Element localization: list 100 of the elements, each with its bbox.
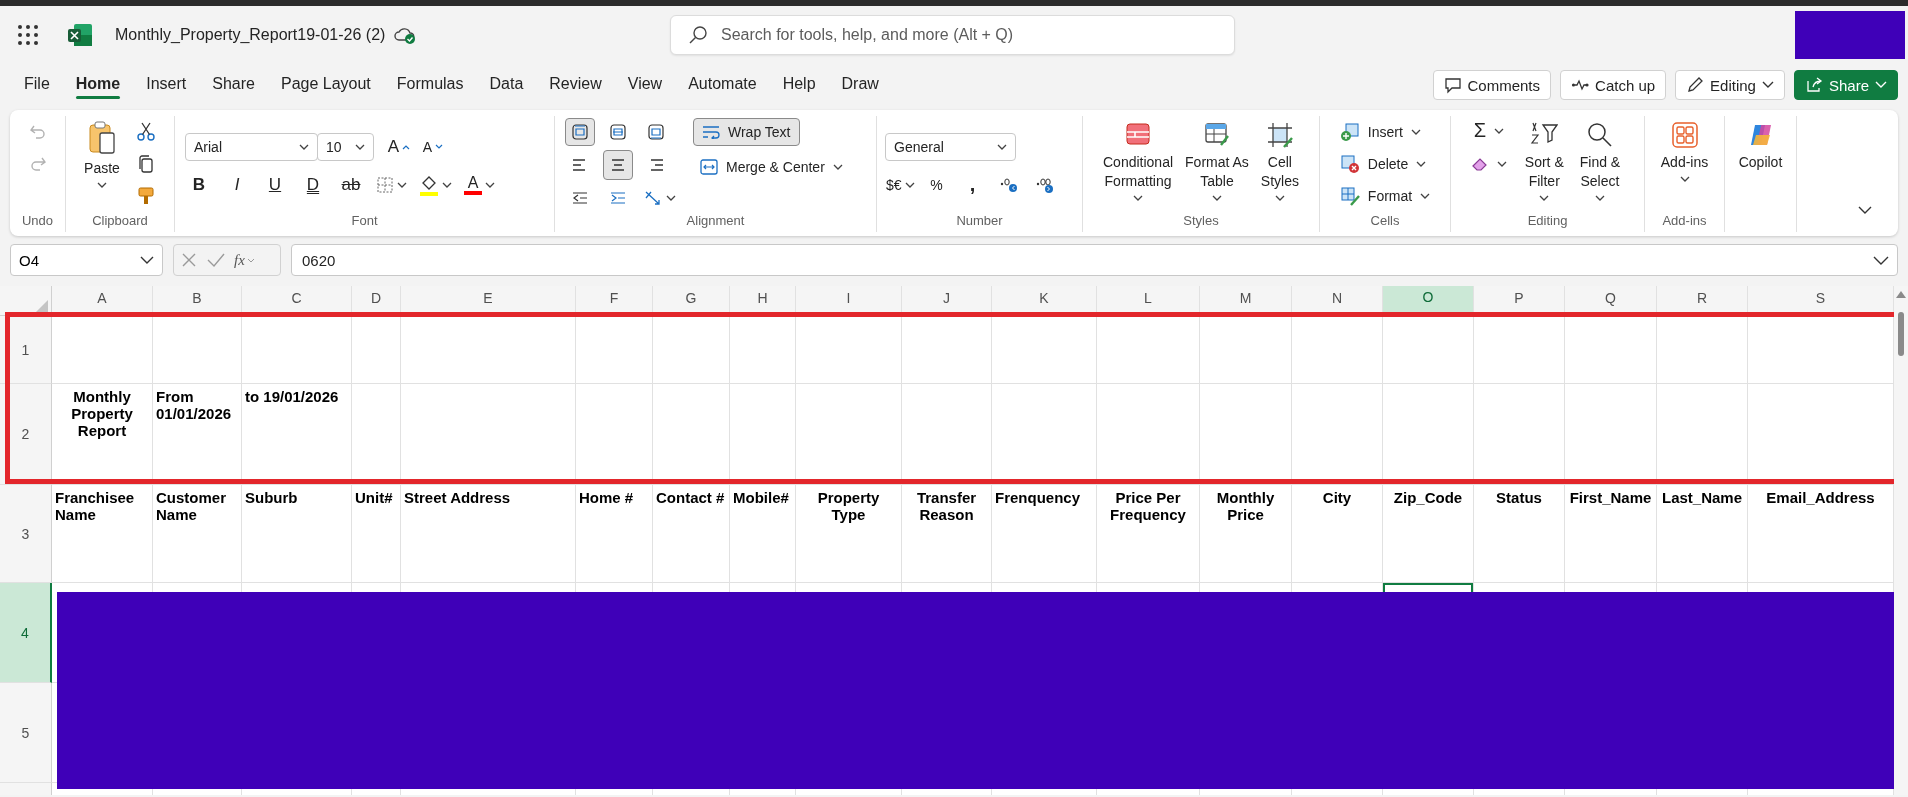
table-cell-text: Street Address: [403, 488, 512, 506]
table-cell[interactable]: [1474, 316, 1565, 384]
table-cell[interactable]: [242, 316, 352, 384]
menu-tab[interactable]: Page Layout: [267, 69, 384, 101]
table-cell[interactable]: [1097, 384, 1200, 485]
table-cell[interactable]: [1097, 316, 1200, 384]
strikethrough-button[interactable]: ab: [337, 169, 365, 200]
formula-field[interactable]: 0620: [291, 244, 1898, 276]
decrease-font-size-button[interactable]: A: [418, 131, 448, 162]
underline-button[interactable]: U: [261, 169, 289, 200]
table-cell[interactable]: [902, 384, 992, 485]
menu-tab[interactable]: Home: [62, 69, 134, 101]
table-cell[interactable]: [1292, 316, 1383, 384]
menu-tab[interactable]: File: [11, 69, 63, 101]
table-cell[interactable]: [1292, 384, 1383, 485]
align-top-button[interactable]: [565, 118, 595, 146]
table-cell[interactable]: [992, 316, 1097, 384]
borders-button[interactable]: [375, 174, 408, 195]
table-cell[interactable]: [730, 384, 796, 485]
delete-cells-button[interactable]: Delete: [1334, 150, 1432, 177]
table-cell[interactable]: [902, 316, 992, 384]
name-box[interactable]: O4: [10, 244, 163, 276]
merge-center-button[interactable]: Merge & Center: [693, 154, 850, 180]
increase-indent-icon: [609, 189, 627, 207]
menu-tab[interactable]: Insert: [133, 69, 200, 101]
menu-tab[interactable]: Data: [476, 69, 537, 101]
percent-style-button[interactable]: %: [921, 170, 952, 199]
table-button[interactable]: Format As Table: [1180, 118, 1254, 204]
insert-cells-button[interactable]: Insert: [1334, 118, 1426, 145]
search-field[interactable]: Search for tools, help, and more (Alt + Q): [670, 15, 1235, 55]
sort-filter-button[interactable]: Sort & Filter: [1519, 118, 1569, 204]
scissors-icon: [135, 122, 156, 142]
table-cell[interactable]: [352, 316, 401, 384]
menu-tab[interactable]: Formulas: [383, 69, 477, 101]
catch-up-button[interactable]: Catch up: [1560, 70, 1667, 100]
menu-tab[interactable]: Automate: [675, 69, 770, 101]
table-cell[interactable]: [1565, 384, 1657, 485]
row-header[interactable]: 4: [0, 583, 52, 683]
font-size-dropdown[interactable]: 10: [317, 132, 374, 161]
table-cell[interactable]: [1200, 316, 1292, 384]
table-cell[interactable]: [576, 384, 653, 485]
grid-icon: [1670, 121, 1699, 149]
menu-tab[interactable]: Draw: [828, 69, 892, 101]
currency-format-button[interactable]: $€: [885, 170, 916, 199]
italic-button[interactable]: I: [223, 169, 251, 200]
cancel-button[interactable]: [180, 251, 198, 269]
find-select-button[interactable]: Find & Select: [1574, 118, 1626, 204]
group-label: Editing: [1526, 213, 1569, 230]
row-header[interactable]: 5: [0, 683, 52, 783]
table-cell[interactable]: [730, 316, 796, 384]
font-color-button[interactable]: A: [463, 173, 496, 196]
caret-icon: [1133, 195, 1144, 201]
table-cell[interactable]: [1565, 316, 1657, 384]
table-cell[interactable]: [1383, 384, 1474, 485]
editing-mode-button[interactable]: Editing: [1675, 70, 1785, 100]
table-cell[interactable]: [796, 384, 902, 485]
format-cells-button[interactable]: Format: [1334, 182, 1436, 209]
table-cell[interactable]: [576, 316, 653, 384]
comma-style-button[interactable]: ,: [957, 170, 988, 199]
insert-function-button[interactable]: fx: [234, 251, 255, 269]
copilot-button[interactable]: Copilot: [1733, 118, 1788, 175]
menu-tab[interactable]: Help: [769, 69, 829, 101]
table-cell[interactable]: [1474, 384, 1565, 485]
caret-icon: [1410, 128, 1421, 135]
table-cell[interactable]: [653, 316, 730, 384]
table-cell[interactable]: [1657, 384, 1748, 485]
comments-button[interactable]: Comments: [1432, 70, 1552, 100]
row-header[interactable]: 1: [0, 316, 52, 384]
table-cell[interactable]: [52, 316, 153, 384]
table-cell[interactable]: [992, 384, 1097, 485]
align-center-button[interactable]: [603, 150, 633, 180]
bold-button[interactable]: B: [185, 169, 213, 200]
number-format-dropdown[interactable]: General: [885, 132, 1016, 161]
table-cell[interactable]: [1383, 316, 1474, 384]
row-header[interactable]: 3: [0, 485, 52, 583]
add-ins-button[interactable]: Add-ins: [1655, 118, 1714, 185]
app-launcher-icon: [17, 24, 39, 46]
paste-button[interactable]: Paste: [79, 118, 125, 191]
table-cell[interactable]: [653, 384, 730, 485]
autosum-button[interactable]: Σ: [1472, 118, 1505, 143]
menu-tab[interactable]: Share: [199, 69, 268, 101]
double-underline-button[interactable]: D: [299, 169, 327, 200]
wrap-text-button[interactable]: Wrap Text: [693, 118, 800, 146]
checkmark-icon: [206, 251, 226, 269]
table-cell[interactable]: [153, 316, 242, 384]
table-cell[interactable]: [796, 316, 902, 384]
caret-icon: [1594, 195, 1605, 201]
table-cell[interactable]: [1657, 316, 1748, 384]
menu-tab[interactable]: View: [614, 69, 676, 101]
table-cell[interactable]: [1200, 384, 1292, 485]
group-label: Undo: [20, 213, 55, 230]
enter-button[interactable]: [206, 251, 226, 269]
menu-tab[interactable]: Review: [536, 69, 615, 101]
conditional-button[interactable]: Conditional Formatting: [1098, 118, 1179, 204]
table-cell[interactable]: [401, 384, 576, 485]
increase-font-size-button[interactable]: A: [384, 131, 414, 162]
share-button[interactable]: Share: [1793, 70, 1898, 100]
table-cell[interactable]: [352, 384, 401, 485]
cell-styles-button[interactable]: Cell Styles: [1255, 118, 1304, 204]
table-cell[interactable]: [401, 316, 576, 384]
